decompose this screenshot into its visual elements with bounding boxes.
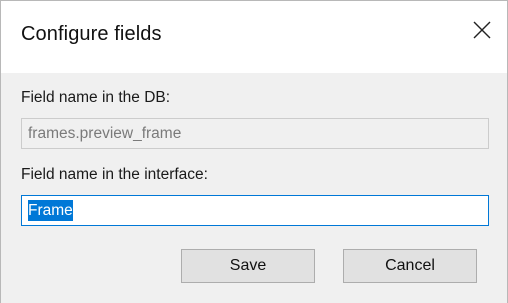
configure-fields-dialog: Configure fields Field name in the DB: f… xyxy=(0,0,508,303)
db-field-label: Field name in the DB: xyxy=(21,89,171,106)
title-bar: Configure fields xyxy=(1,1,507,73)
dialog-body: Field name in the DB: frames.preview_fra… xyxy=(1,73,507,303)
close-button[interactable] xyxy=(465,13,499,47)
close-icon xyxy=(473,21,491,39)
interface-field-label: Field name in the interface: xyxy=(21,166,208,183)
dialog-title: Configure fields xyxy=(21,23,162,45)
cancel-button[interactable]: Cancel xyxy=(343,249,477,283)
db-field-value: frames.preview_frame xyxy=(28,124,182,142)
interface-field-input[interactable]: Frame xyxy=(21,195,489,226)
interface-field-value: Frame xyxy=(28,200,73,221)
db-field-input: frames.preview_frame xyxy=(21,118,489,149)
save-button[interactable]: Save xyxy=(181,249,315,283)
